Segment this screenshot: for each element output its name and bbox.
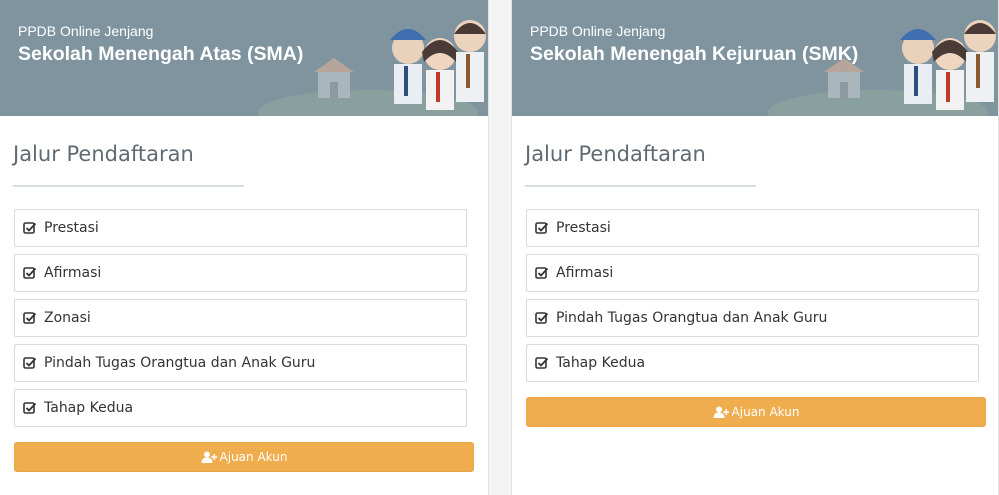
option-label: Afirmasi bbox=[44, 265, 102, 281]
option-afirmasi[interactable]: Afirmasi bbox=[526, 254, 979, 292]
check-square-icon bbox=[535, 357, 549, 369]
check-square-icon bbox=[535, 267, 549, 279]
check-square-icon bbox=[23, 222, 37, 234]
banner-subtitle: PPDB Online Jenjang bbox=[530, 23, 666, 39]
section-title: Jalur Pendaftaran bbox=[525, 142, 706, 166]
option-pindah-tugas[interactable]: Pindah Tugas Orangtua dan Anak Guru bbox=[14, 344, 467, 382]
panel-sma: PPDB Online Jenjang Sekolah Menengah Ata… bbox=[0, 0, 489, 495]
panel-gap bbox=[489, 0, 511, 495]
check-square-icon bbox=[23, 402, 37, 414]
option-tahap-kedua[interactable]: Tahap Kedua bbox=[526, 344, 979, 382]
students-illustration bbox=[768, 20, 996, 116]
check-square-icon bbox=[23, 312, 37, 324]
user-plus-icon bbox=[713, 406, 729, 418]
ajuan-akun-button[interactable]: Ajuan Akun bbox=[526, 397, 986, 427]
option-label: Tahap Kedua bbox=[556, 355, 646, 371]
option-tahap-kedua[interactable]: Tahap Kedua bbox=[14, 389, 467, 427]
section-divider bbox=[525, 185, 756, 187]
option-afirmasi[interactable]: Afirmasi bbox=[14, 254, 467, 292]
check-square-icon bbox=[535, 222, 549, 234]
option-label: Tahap Kedua bbox=[44, 400, 134, 416]
banner-sma: PPDB Online Jenjang Sekolah Menengah Ata… bbox=[0, 0, 488, 116]
option-zonasi[interactable]: Zonasi bbox=[14, 299, 467, 337]
option-label: Zonasi bbox=[44, 310, 91, 326]
ajuan-akun-button[interactable]: Ajuan Akun bbox=[14, 442, 474, 472]
students-illustration bbox=[258, 20, 486, 116]
option-label: Prestasi bbox=[556, 220, 611, 236]
user-plus-icon bbox=[201, 451, 217, 463]
option-label: Pindah Tugas Orangtua dan Anak Guru bbox=[44, 355, 316, 371]
check-square-icon bbox=[535, 312, 549, 324]
panel-smk: PPDB Online Jenjang Sekolah Menengah Kej… bbox=[511, 0, 999, 495]
option-pindah-tugas[interactable]: Pindah Tugas Orangtua dan Anak Guru bbox=[526, 299, 979, 337]
option-label: Pindah Tugas Orangtua dan Anak Guru bbox=[556, 310, 828, 326]
section-title: Jalur Pendaftaran bbox=[13, 142, 194, 166]
banner-smk: PPDB Online Jenjang Sekolah Menengah Kej… bbox=[512, 0, 998, 116]
option-prestasi[interactable]: Prestasi bbox=[14, 209, 467, 247]
button-label: Ajuan Akun bbox=[219, 450, 288, 464]
check-square-icon bbox=[23, 357, 37, 369]
button-label: Ajuan Akun bbox=[731, 405, 800, 419]
banner-subtitle: PPDB Online Jenjang bbox=[18, 23, 154, 39]
check-square-icon bbox=[23, 267, 37, 279]
section-divider bbox=[13, 185, 244, 187]
option-label: Afirmasi bbox=[556, 265, 614, 281]
option-prestasi[interactable]: Prestasi bbox=[526, 209, 979, 247]
option-label: Prestasi bbox=[44, 220, 99, 236]
